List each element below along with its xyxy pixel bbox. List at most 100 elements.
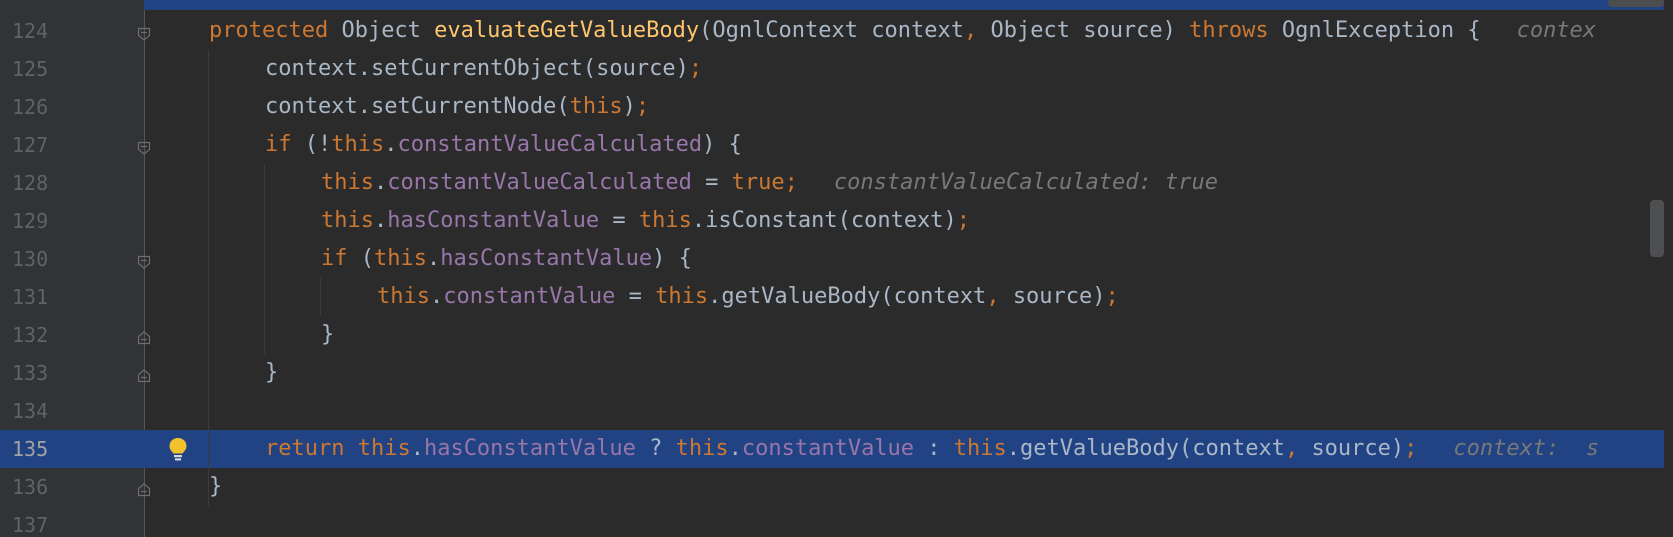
code-text[interactable]: this.constantValueCalculated = true; cons… [321,164,1218,202]
gutter-cell[interactable]: 134 [0,392,144,430]
code-token: ; [688,56,703,81]
code-line[interactable]: 132} [0,316,1664,354]
code-token: this [953,436,1007,461]
code-token: ? [635,436,676,461]
code-line[interactable]: 128 this.constantValueCalculated = true; c… [0,164,1664,202]
code-token: ; [956,208,971,233]
gutter-cell[interactable]: 130 [0,240,151,278]
code-text[interactable]: context.setCurrentObject(source); [265,50,702,88]
line-number: 128 [12,171,49,195]
vertical-scrollbar-track[interactable] [1664,0,1673,537]
code-text[interactable]: if (this.hasConstantValue) { [321,240,692,278]
indent-guide [208,50,209,506]
code-token: ; [1404,436,1418,461]
code-token: evaluateGetValueBody [434,18,700,43]
gutter-cell[interactable]: 129 [0,202,144,240]
lightbulb-icon[interactable] [166,436,190,462]
code-token: constantValue [741,436,915,461]
code-token: constantValueCalculated [387,170,692,195]
gutter-cell[interactable]: 133 [0,354,151,392]
code-token: (OgnlContext context [699,18,964,43]
code-line[interactable]: 129 this.hasConstantValue = this.isConsta… [0,202,1664,240]
code-token: hasConstantValue [387,208,600,233]
code-text[interactable]: context.setCurrentNode(this); [265,88,649,126]
fold-open-icon[interactable] [136,23,152,41]
gutter-cell[interactable]: 131 [0,278,144,316]
line-number: 130 [12,247,49,271]
line-number: 129 [12,209,49,233]
inline-debug-value: contex [1516,18,1597,43]
code-token: source) [1311,436,1405,461]
code-token: = [615,284,656,309]
code-line[interactable]: 134 [0,392,1664,430]
line-number: 131 [12,285,49,309]
gutter-cell[interactable]: 124 [0,12,151,50]
code-text[interactable]: } [265,354,278,392]
code-token: hasConstantValue [423,436,636,461]
gutter-cell[interactable]: 136 [0,468,151,506]
code-text[interactable]: protected Object evaluateGetValueBody(Og… [209,12,1596,50]
line-number: 136 [12,475,49,499]
vertical-scrollbar-thumb[interactable] [1650,200,1664,257]
code-line[interactable]: 130 if (this.hasConstantValue) { [0,240,1664,278]
code-token: Object [341,18,435,43]
code-token: this [374,246,427,271]
code-token: } [209,474,223,499]
code-token: . [429,284,444,309]
gutter-cell[interactable]: 128 [0,164,144,202]
code-line[interactable]: 133} [0,354,1664,392]
code-token: .getValueBody(context [708,284,987,309]
code-token: . [426,246,441,271]
code-token: constantValue [443,284,616,309]
code-token: . [373,170,388,195]
fold-close-icon[interactable] [136,327,152,345]
code-editor[interactable]: 124 protected Object evaluateGetValueBody… [0,0,1673,537]
line-number: 132 [12,323,49,347]
fold-open-icon[interactable] [136,251,152,269]
code-token: if [321,246,361,271]
code-token: . [728,436,742,461]
code-line[interactable]: 126 context.setCurrentNode(this); [0,88,1664,126]
gutter-cell[interactable]: 125 [0,50,144,88]
code-token: constantValueCalculated [397,132,703,157]
code-token: return [265,436,358,461]
code-token: hasConstantValue [440,246,653,271]
fold-open-icon[interactable] [136,137,152,155]
code-line[interactable]: 124 protected Object evaluateGetValueBody… [0,12,1664,50]
code-text[interactable]: } [321,316,334,354]
code-token: this [357,436,411,461]
current-code-line[interactable]: 135 return this.hasConstantValue ? this.c… [0,430,1664,468]
code-text[interactable]: return this.hasConstantValue ? this.cons… [265,430,1599,468]
code-token: , [986,284,1013,309]
code-line[interactable]: 131 this.constantValue = this.getValueBod… [0,278,1664,316]
line-number: 135 [12,437,49,461]
code-token: = [599,208,639,233]
code-token: true [731,170,785,195]
gutter-cell[interactable]: 135 [0,430,187,468]
line-number: 127 [12,133,49,157]
code-token: ( [360,246,374,271]
code-token: ; [635,94,650,119]
code-text[interactable]: this.constantValue = this.getValueBody(c… [377,278,1119,316]
code-token: source) [1012,284,1106,309]
code-line[interactable]: 125 context.setCurrentObject(source); [0,50,1664,88]
fold-close-icon[interactable] [136,365,152,383]
code-line[interactable]: 136} [0,468,1664,506]
editor-top-badge [1608,0,1664,7]
code-token: ) { [652,246,692,271]
gutter-cell[interactable]: 126 [0,88,144,126]
code-text[interactable]: this.hasConstantValue = this.isConstant(… [321,202,970,240]
code-token: protected [209,18,342,43]
code-text[interactable]: } [209,468,222,506]
code-line[interactable]: 137 [0,506,1664,537]
line-number: 125 [12,57,49,81]
code-token: } [265,360,279,385]
code-text[interactable]: if (!this.constantValueCalculated) { [265,126,742,164]
gutter-cell[interactable]: 127 [0,126,151,164]
code-token: throws [1189,18,1282,43]
gutter-cell[interactable]: 132 [0,316,151,354]
gutter-cell[interactable]: 137 [0,506,144,537]
code-line[interactable]: 127 if (!this.constantValueCalculated) { [0,126,1664,164]
fold-close-icon[interactable] [136,479,152,497]
line-number: 124 [12,19,49,43]
